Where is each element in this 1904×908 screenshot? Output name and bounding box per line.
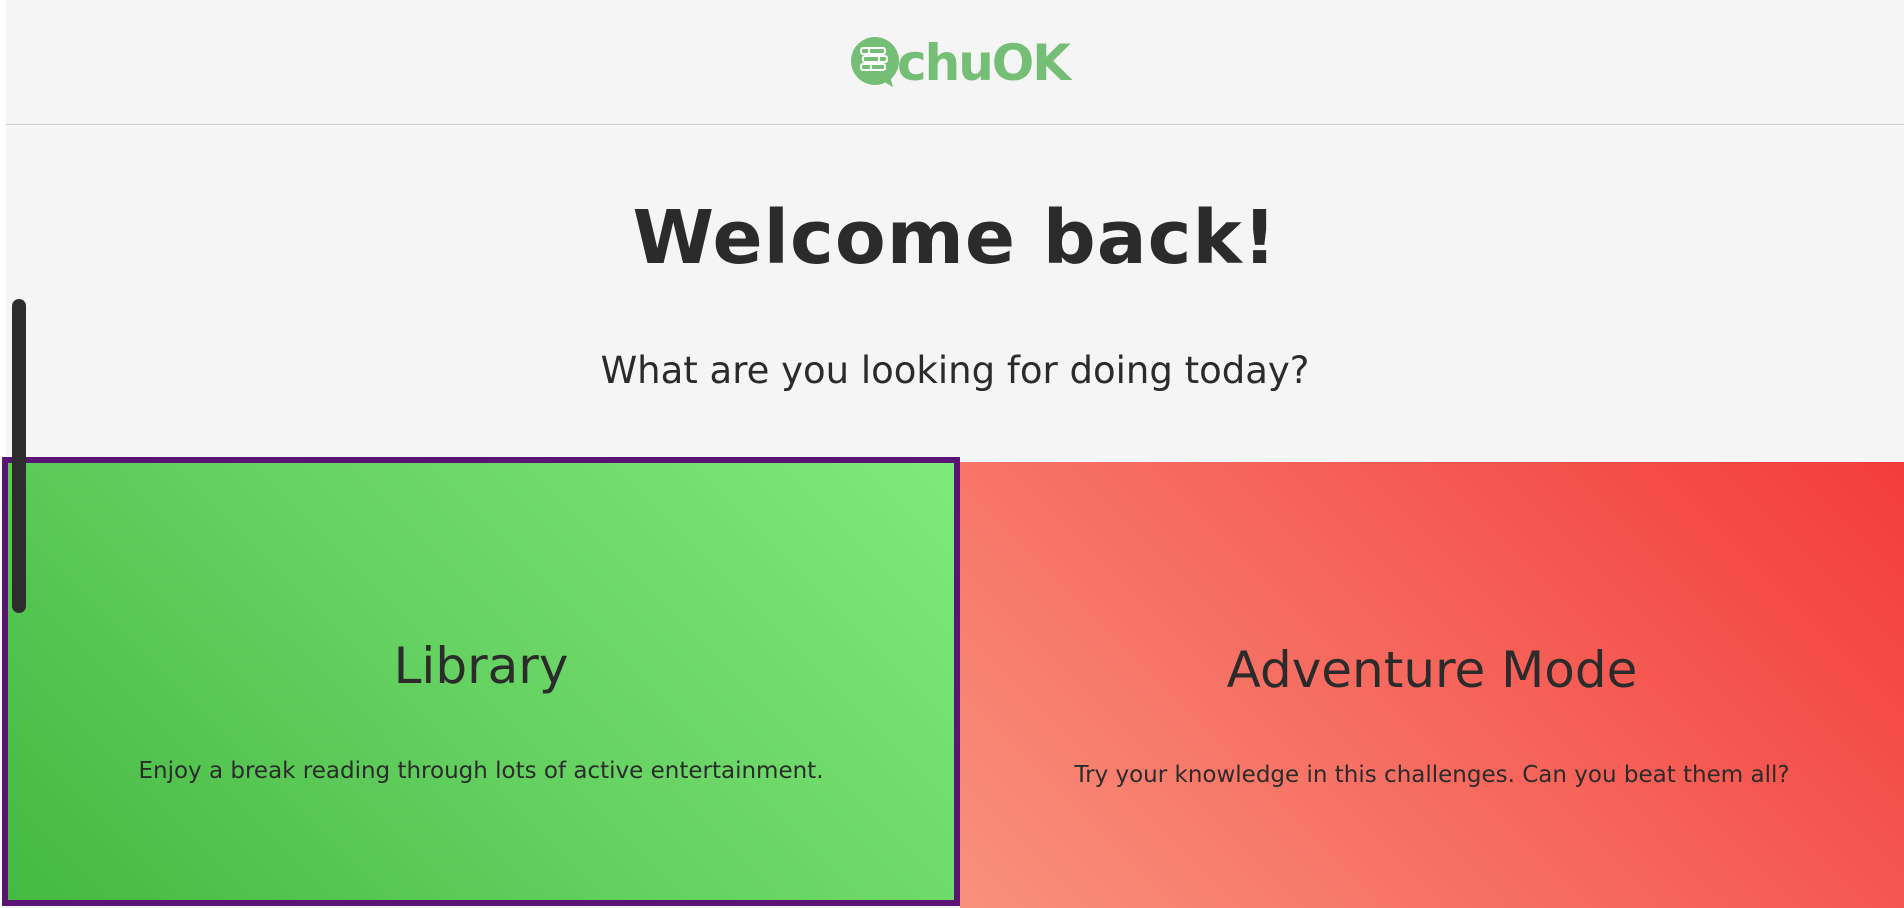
scrollbar-thumb[interactable] bbox=[12, 299, 26, 613]
library-card[interactable]: Library Enjoy a break reading through lo… bbox=[2, 457, 960, 906]
page: chuOK Welcome back! What are you looking… bbox=[0, 0, 1904, 908]
welcome-section: Welcome back! What are you looking for d… bbox=[6, 125, 1904, 462]
logo-text: chuOK bbox=[896, 34, 1071, 92]
page-title: Welcome back! bbox=[632, 195, 1278, 281]
library-description: Enjoy a break reading through lots of ac… bbox=[138, 758, 824, 784]
adventure-mode-description: Try your knowledge in this challenges. C… bbox=[1074, 762, 1790, 788]
logo[interactable]: chuOK bbox=[849, 34, 1071, 92]
adventure-mode-title: Adventure Mode bbox=[1226, 641, 1638, 699]
library-title: Library bbox=[393, 637, 569, 695]
book-chat-icon bbox=[850, 37, 899, 87]
header: chuOK bbox=[6, 0, 1904, 125]
adventure-mode-card[interactable]: Adventure Mode Try your knowledge in thi… bbox=[960, 462, 1904, 908]
page-subtitle: What are you looking for doing today? bbox=[600, 349, 1310, 392]
